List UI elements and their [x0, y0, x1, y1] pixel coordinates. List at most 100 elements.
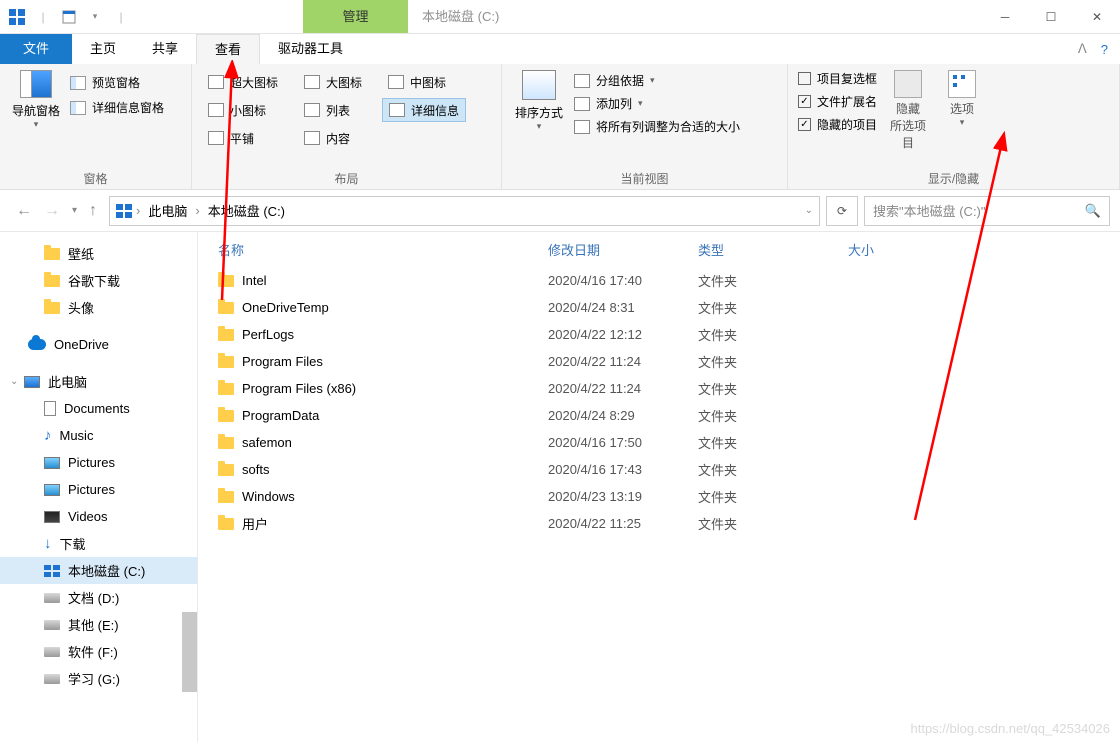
table-row[interactable]: PerfLogs2020/4/22 12:12文件夹	[198, 321, 1120, 348]
table-row[interactable]: ProgramData2020/4/24 8:29文件夹	[198, 402, 1120, 429]
folder-icon	[218, 383, 234, 395]
tab-file[interactable]: 文件	[0, 34, 72, 64]
groupby-button[interactable]: 分组依据 ▾	[574, 72, 740, 89]
ribbon-collapse-icon[interactable]: ᐱ	[1078, 41, 1087, 57]
sidebar-drive-item[interactable]: 其他 (E:)	[0, 611, 197, 638]
item-checkboxes-toggle[interactable]: 项目复选框	[798, 70, 877, 87]
sidebar-library-item[interactable]: Pictures	[0, 476, 197, 503]
group-label-panes: 窗格	[10, 166, 181, 187]
search-icon: 🔍	[1085, 203, 1101, 219]
sidebar-drive-item[interactable]: 本地磁盘 (C:)	[0, 557, 197, 584]
layout-small[interactable]: 小图标	[202, 98, 284, 122]
table-row[interactable]: 用户2020/4/22 11:25文件夹	[198, 510, 1120, 537]
maximize-button[interactable]: ☐	[1028, 0, 1074, 34]
search-input[interactable]: 搜索"本地磁盘 (C:)" 🔍	[864, 196, 1110, 226]
close-button[interactable]: ✕	[1074, 0, 1120, 34]
table-row[interactable]: safemon2020/4/16 17:50文件夹	[198, 429, 1120, 456]
sidebar-drive-item[interactable]: 软件 (F:)	[0, 638, 197, 665]
size-all-columns-button[interactable]: 将所有列调整为合适的大小	[574, 118, 740, 135]
sidebar-scrollbar[interactable]	[182, 612, 197, 692]
sort-label: 排序方式	[512, 104, 566, 121]
sidebar-onedrive[interactable]: OneDrive	[0, 331, 197, 358]
sidebar-quick-item[interactable]: 壁纸	[0, 240, 197, 267]
hide-selected-button[interactable]: 隐藏 所选项目	[885, 70, 931, 151]
table-row[interactable]: softs2020/4/16 17:43文件夹	[198, 456, 1120, 483]
folder-icon	[218, 464, 234, 476]
pc-icon	[24, 376, 40, 388]
properties-icon[interactable]	[58, 6, 80, 28]
sidebar-library-item[interactable]: ♪Music	[0, 422, 197, 449]
table-row[interactable]: OneDriveTemp2020/4/24 8:31文件夹	[198, 294, 1120, 321]
sidebar-library-item[interactable]: ↓下载	[0, 530, 197, 557]
forward-button[interactable]: →	[44, 202, 60, 220]
folder-icon	[218, 437, 234, 449]
layout-list[interactable]: 列表	[298, 98, 368, 122]
document-icon	[44, 401, 56, 416]
add-columns-button[interactable]: 添加列 ▾	[574, 95, 740, 112]
navpane-button[interactable]: 导航窗格 ▾	[10, 70, 62, 130]
layout-tiles[interactable]: 平铺	[202, 126, 284, 150]
sidebar-library-item[interactable]: Videos	[0, 503, 197, 530]
layout-extra-large[interactable]: 超大图标	[202, 70, 284, 94]
crumb-thispc[interactable]: 此电脑	[146, 201, 189, 220]
folder-icon	[218, 518, 234, 530]
crumb-current[interactable]: 本地磁盘 (C:)	[206, 201, 287, 220]
group-label-current-view: 当前视图	[512, 166, 777, 187]
layout-content[interactable]: 内容	[298, 126, 368, 150]
drive-icon	[44, 620, 60, 630]
table-row[interactable]: Program Files (x86)2020/4/22 11:24文件夹	[198, 375, 1120, 402]
search-placeholder: 搜索"本地磁盘 (C:)"	[873, 201, 986, 220]
context-tab-manage[interactable]: 管理	[303, 0, 408, 33]
options-button[interactable]: 选项 ▾	[939, 70, 985, 128]
col-date[interactable]: 修改日期	[548, 240, 698, 259]
tab-home[interactable]: 主页	[72, 34, 134, 64]
file-extensions-toggle[interactable]: ✓文件扩展名	[798, 93, 877, 110]
sidebar-library-item[interactable]: Documents	[0, 395, 197, 422]
folder-icon	[44, 275, 60, 287]
sidebar[interactable]: 壁纸谷歌下载头像 OneDrive ⌄此电脑 Documents♪MusicPi…	[0, 232, 198, 742]
col-size[interactable]: 大小	[848, 240, 948, 259]
music-icon: ♪	[44, 427, 52, 444]
minimize-button[interactable]: ─	[982, 0, 1028, 34]
sidebar-thispc[interactable]: ⌄此电脑	[0, 368, 197, 395]
sidebar-library-item[interactable]: Pictures	[0, 449, 197, 476]
col-name[interactable]: 名称	[218, 240, 548, 259]
up-button[interactable]: ↑	[89, 202, 97, 220]
tab-share[interactable]: 共享	[134, 34, 196, 64]
hidden-items-toggle[interactable]: ✓隐藏的项目	[798, 116, 877, 133]
expand-icon[interactable]: ⌄	[10, 376, 18, 387]
qat-dropdown-icon[interactable]: ▾	[84, 6, 106, 28]
tab-view[interactable]: 查看	[196, 34, 260, 64]
details-pane-button[interactable]: 详细信息窗格	[70, 99, 164, 116]
col-type[interactable]: 类型	[698, 240, 848, 259]
table-row[interactable]: Program Files2020/4/22 11:24文件夹	[198, 348, 1120, 375]
ribbon: 导航窗格 ▾ 预览窗格 详细信息窗格 窗格 超大图标 大图标 中图标 小图标 列…	[0, 64, 1120, 190]
tab-drivetools[interactable]: 驱动器工具	[260, 34, 361, 64]
app-icon	[6, 6, 28, 28]
table-row[interactable]: Intel2020/4/16 17:40文件夹	[198, 267, 1120, 294]
table-row[interactable]: Windows2020/4/23 13:19文件夹	[198, 483, 1120, 510]
back-button[interactable]: ←	[16, 202, 32, 220]
layout-details[interactable]: 详细信息	[382, 98, 466, 122]
help-icon[interactable]: ?	[1101, 42, 1108, 57]
sidebar-quick-item[interactable]: 头像	[0, 294, 197, 321]
preview-pane-button[interactable]: 预览窗格	[70, 74, 164, 91]
ribbon-tabs: 文件 主页 共享 查看 驱动器工具 ᐱ ?	[0, 34, 1120, 64]
onedrive-icon	[28, 339, 46, 350]
refresh-button[interactable]: ⟳	[826, 196, 858, 226]
layout-medium[interactable]: 中图标	[382, 70, 466, 94]
sidebar-drive-item[interactable]: 学习 (G:)	[0, 665, 197, 692]
sidebar-quick-item[interactable]: 谷歌下载	[0, 267, 197, 294]
navbar: ← → ▾ ↑ › 此电脑› 本地磁盘 (C:) ⌄ ⟳ 搜索"本地磁盘 (C:…	[0, 190, 1120, 232]
recent-dropdown[interactable]: ▾	[72, 205, 77, 216]
folder-icon	[44, 248, 60, 260]
column-headers[interactable]: 名称 修改日期 类型 大小	[198, 232, 1120, 267]
sort-button[interactable]: 排序方式 ▾	[512, 70, 566, 132]
drive-icon	[116, 204, 132, 218]
pictures-icon	[44, 457, 60, 469]
pictures-icon	[44, 484, 60, 496]
sidebar-drive-item[interactable]: 文档 (D:)	[0, 584, 197, 611]
layout-large[interactable]: 大图标	[298, 70, 368, 94]
address-dropdown-icon[interactable]: ⌄	[805, 205, 813, 216]
address-bar[interactable]: › 此电脑› 本地磁盘 (C:) ⌄	[109, 196, 820, 226]
